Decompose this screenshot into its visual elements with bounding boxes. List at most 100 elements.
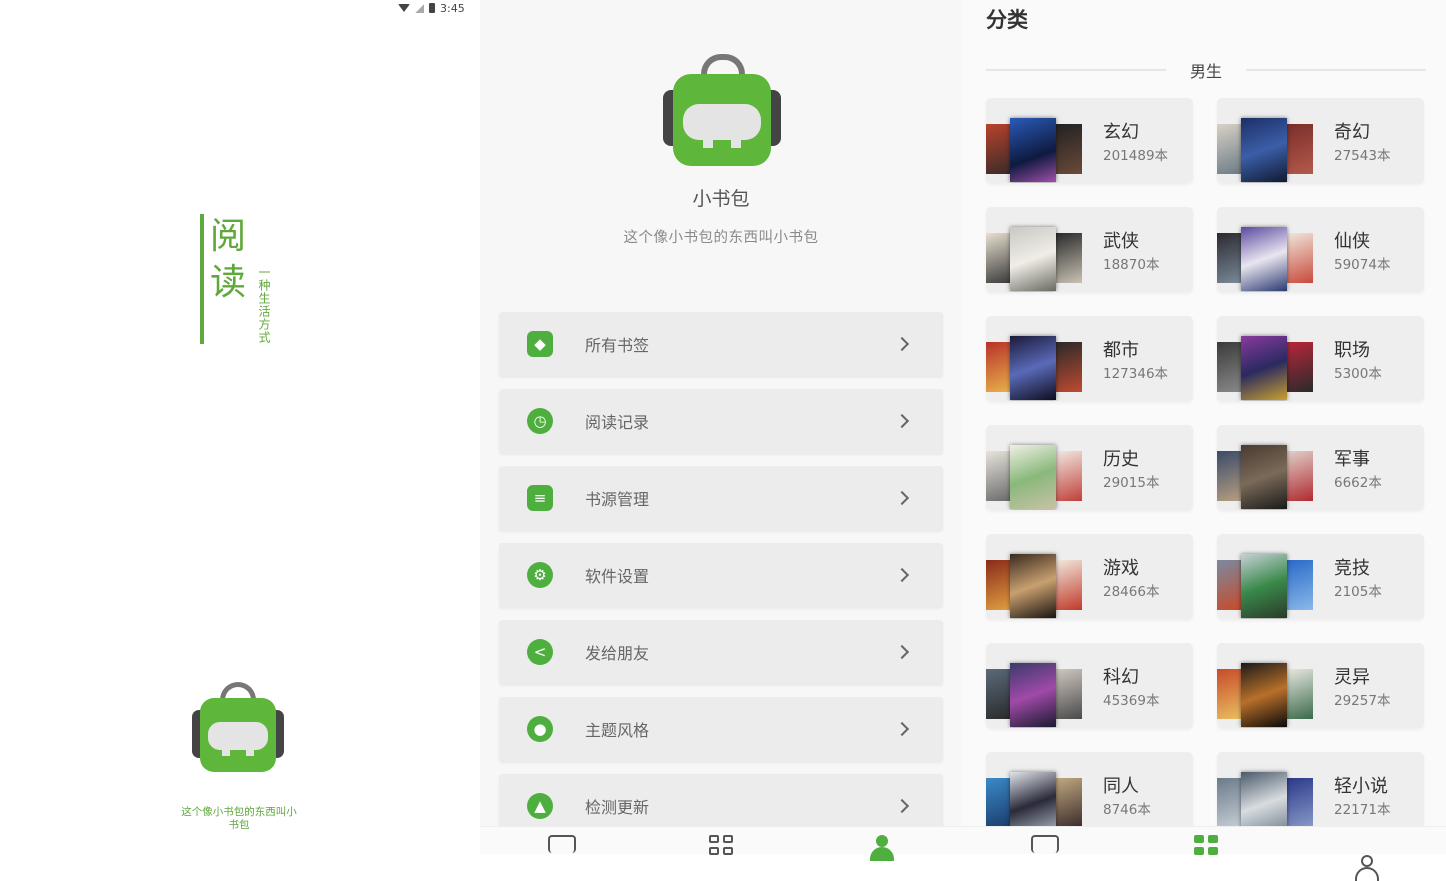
- categories-screen: 分类 男生 玄幻 201489本 奇幻 27543本 武侠 18870本 仙侠 …: [962, 0, 1446, 854]
- category-name: 仙侠: [1334, 231, 1370, 252]
- chevron-right-icon: [894, 567, 910, 583]
- book-covers-image: [1217, 106, 1313, 182]
- category-card[interactable]: 军事 6662本: [1217, 425, 1424, 510]
- category-count: 18870本: [1103, 257, 1160, 273]
- backpack-logo-icon: [190, 682, 286, 778]
- category-name: 灵异: [1334, 667, 1370, 688]
- menu-item-share[interactable]: < 发给朋友: [499, 620, 943, 684]
- category-count: 6662本: [1334, 475, 1382, 491]
- category-card[interactable]: 同人 8746本: [986, 752, 1193, 837]
- book-covers-image: [986, 324, 1082, 400]
- book-covers-image: [1217, 651, 1313, 727]
- category-name: 游戏: [1103, 558, 1139, 579]
- category-name: 科幻: [1103, 667, 1139, 688]
- bookshelf-tab-icon[interactable]: [1031, 835, 1059, 853]
- menu-item-label: 主题风格: [585, 721, 650, 740]
- chevron-right-icon: [894, 336, 910, 352]
- book-covers-image: [1217, 324, 1313, 400]
- tag-icon: ◆: [527, 331, 553, 357]
- category-count: 2105本: [1334, 584, 1382, 600]
- chevron-right-icon: [894, 798, 910, 814]
- profile-screen: 小书包 这个像小书包的东西叫小书包 ◆ 所有书签 ◷ 阅读记录 ≡ 书源管理 ⚙…: [480, 0, 962, 854]
- category-count: 28466本: [1103, 584, 1160, 600]
- category-count: 201489本: [1103, 148, 1169, 164]
- menu-item-label: 所有书签: [585, 336, 650, 355]
- backpack-avatar-icon: [663, 54, 781, 168]
- category-count: 29257本: [1334, 693, 1391, 709]
- category-name: 军事: [1334, 449, 1370, 470]
- category-card[interactable]: 玄幻 201489本: [986, 98, 1193, 183]
- book-covers-image: [986, 215, 1082, 291]
- menu-item-label: 书源管理: [585, 490, 650, 509]
- menu-item-bookmarks[interactable]: ◆ 所有书签: [499, 312, 943, 376]
- category-count: 5300本: [1334, 366, 1382, 382]
- profile-tab-icon[interactable]: [1354, 855, 1380, 881]
- category-card[interactable]: 仙侠 59074本: [1217, 207, 1424, 292]
- gear-icon: ⚙: [527, 562, 553, 588]
- bookshelf-tab-icon[interactable]: [548, 835, 576, 853]
- category-count: 127346本: [1103, 366, 1169, 382]
- title-char: 阅: [210, 216, 247, 257]
- category-card[interactable]: 奇幻 27543本: [1217, 98, 1424, 183]
- book-covers-image: [986, 542, 1082, 618]
- bottom-navigation: [480, 826, 1446, 881]
- splash-screen: 3:45 阅 读 一种生活方式 这个像小书包的东西叫小书包: [0, 0, 480, 854]
- menu-item-theme[interactable]: ● 主题风格: [499, 697, 943, 761]
- category-card[interactable]: 灵异 29257本: [1217, 643, 1424, 728]
- menu-item-label: 发给朋友: [585, 644, 650, 663]
- splash-title: 阅 读 一种生活方式: [200, 214, 358, 344]
- category-card[interactable]: 轻小说 22171本: [1217, 752, 1424, 837]
- category-card[interactable]: 历史 29015本: [986, 425, 1193, 510]
- chevron-right-icon: [894, 721, 910, 737]
- book-covers-image: [986, 651, 1082, 727]
- menu-item-settings[interactable]: ⚙ 软件设置: [499, 543, 943, 607]
- profile-tab-icon[interactable]: [869, 835, 895, 861]
- category-card[interactable]: 职场 5300本: [1217, 316, 1424, 401]
- category-name: 同人: [1103, 776, 1139, 797]
- category-card[interactable]: 武侠 18870本: [986, 207, 1193, 292]
- category-tab-icon[interactable]: [709, 835, 733, 855]
- battery-icon: [429, 3, 435, 13]
- category-card[interactable]: 游戏 28466本: [986, 534, 1193, 619]
- database-icon: ≡: [527, 485, 553, 511]
- category-count: 45369本: [1103, 693, 1160, 709]
- book-covers-image: [986, 106, 1082, 182]
- status-time: 3:45: [440, 1, 465, 15]
- status-bar: 3:45: [398, 1, 465, 15]
- book-covers-image: [1217, 433, 1313, 509]
- chevron-right-icon: [894, 413, 910, 429]
- menu-item-label: 检测更新: [585, 798, 650, 817]
- category-card[interactable]: 都市 127346本: [986, 316, 1193, 401]
- section-header: 男生: [986, 58, 1427, 82]
- signal-icon: [415, 3, 424, 13]
- chevron-right-icon: [894, 490, 910, 506]
- category-count: 27543本: [1334, 148, 1391, 164]
- profile-name: 小书包: [692, 188, 750, 210]
- category-count: 59074本: [1334, 257, 1391, 273]
- category-name: 武侠: [1103, 231, 1139, 252]
- category-name: 职场: [1334, 340, 1370, 361]
- book-covers-image: [1217, 215, 1313, 291]
- category-count: 22171本: [1334, 802, 1391, 818]
- chevron-right-icon: [894, 644, 910, 660]
- share-icon: <: [527, 639, 553, 665]
- menu-item-sources[interactable]: ≡ 书源管理: [499, 466, 943, 530]
- category-tab-icon[interactable]: [1194, 835, 1218, 855]
- category-name: 都市: [1103, 340, 1139, 361]
- category-card[interactable]: 竞技 2105本: [1217, 534, 1424, 619]
- splash-tagline: 这个像小书包的东西叫小书包: [181, 806, 297, 831]
- menu-item-history[interactable]: ◷ 阅读记录: [499, 389, 943, 453]
- profile-description: 这个像小书包的东西叫小书包: [623, 230, 819, 246]
- page-title: 分类: [986, 8, 1028, 32]
- menu-item-label: 软件设置: [585, 567, 650, 586]
- menu-item-label: 阅读记录: [585, 413, 650, 432]
- category-name: 竞技: [1334, 558, 1370, 579]
- title-char: 读: [210, 262, 247, 303]
- category-name: 历史: [1103, 449, 1139, 470]
- category-card[interactable]: 科幻 45369本: [986, 643, 1193, 728]
- profile-menu: ◆ 所有书签 ◷ 阅读记录 ≡ 书源管理 ⚙ 软件设置 < 发给朋友 ● 主题风…: [499, 312, 943, 851]
- book-covers-image: [986, 433, 1082, 509]
- book-covers-image: [986, 760, 1082, 836]
- wifi-icon: [398, 4, 410, 12]
- category-name: 奇幻: [1334, 122, 1370, 143]
